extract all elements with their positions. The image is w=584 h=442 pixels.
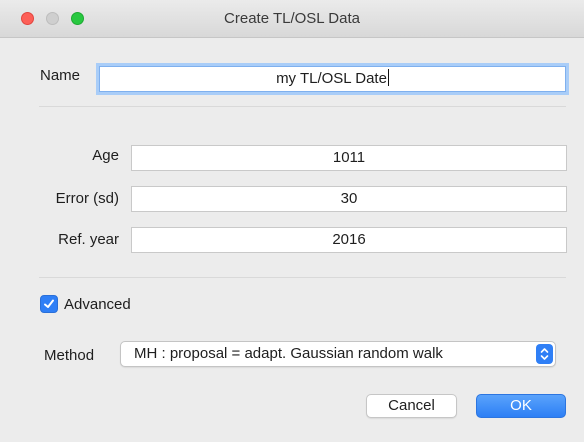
cancel-button[interactable]: Cancel bbox=[366, 394, 457, 418]
name-label: Name bbox=[40, 67, 81, 84]
text-caret bbox=[387, 69, 389, 86]
ref-year-label: Ref. year bbox=[58, 231, 119, 248]
separator-middle bbox=[39, 277, 566, 278]
advanced-label[interactable]: Advanced bbox=[64, 296, 131, 313]
title-bar[interactable]: Create TL/OSL Data bbox=[0, 0, 584, 38]
chevron-up-down-icon bbox=[540, 348, 549, 360]
method-label: Method bbox=[44, 347, 95, 364]
select-arrows[interactable] bbox=[536, 344, 553, 364]
checkmark-icon bbox=[44, 299, 54, 308]
method-select-value: MH : proposal = adapt. Gaussian random w… bbox=[134, 345, 443, 362]
advanced-checkbox[interactable] bbox=[40, 295, 58, 313]
window-title: Create TL/OSL Data bbox=[224, 10, 360, 27]
error-label: Error (sd) bbox=[55, 190, 119, 207]
name-input[interactable]: my TL/OSL Date bbox=[99, 66, 566, 92]
age-label: Age bbox=[92, 147, 119, 164]
name-input-value: my TL/OSL Date bbox=[276, 70, 387, 87]
age-input[interactable]: 1011 bbox=[131, 145, 567, 171]
separator-top bbox=[39, 106, 566, 107]
error-input[interactable]: 30 bbox=[131, 186, 567, 212]
method-select[interactable]: MH : proposal = adapt. Gaussian random w… bbox=[120, 341, 556, 367]
ref-year-input[interactable]: 2016 bbox=[131, 227, 567, 253]
create-tl-osl-data-dialog: Create TL/OSL Data Name my TL/OSL Date A… bbox=[0, 0, 584, 442]
ok-button[interactable]: OK bbox=[476, 394, 566, 418]
